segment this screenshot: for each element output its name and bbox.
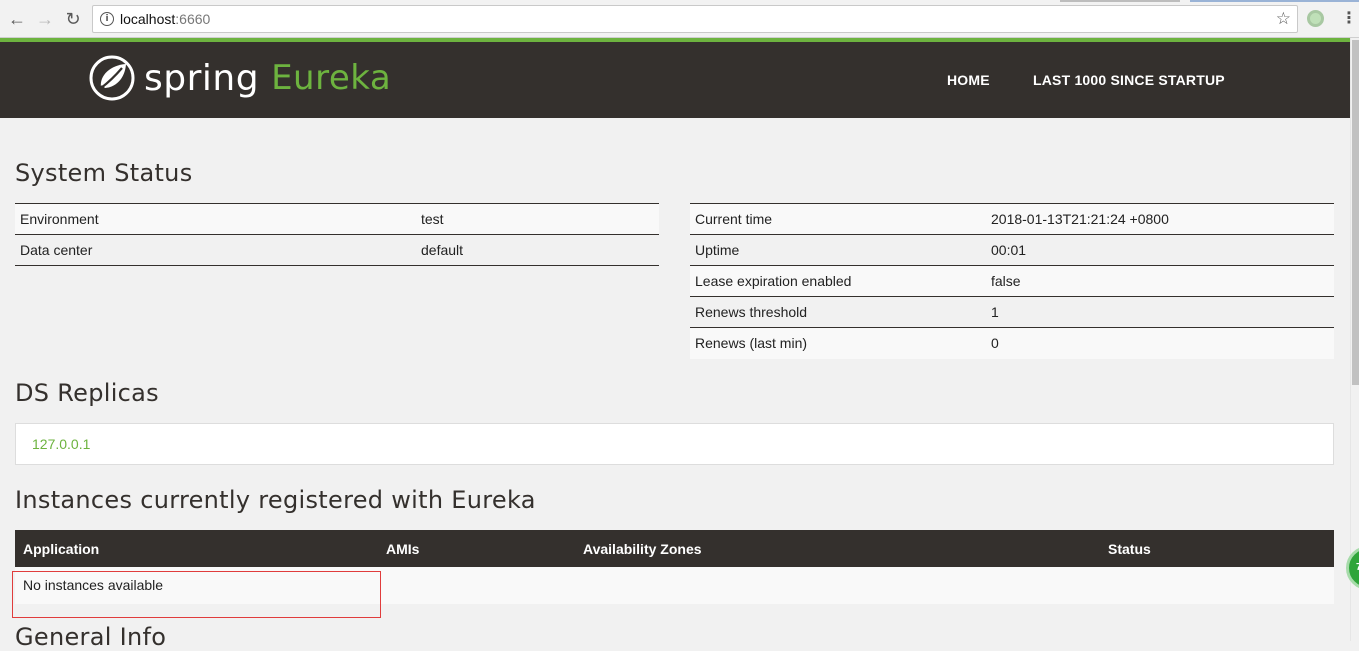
status-label: Renews threshold [690, 296, 986, 328]
status-label: Data center [15, 234, 416, 266]
ds-replicas-heading: DS Replicas [15, 379, 159, 407]
browser-toolbar: ← → ↻ i localhost:6660 ☆ ⋮ [0, 0, 1359, 38]
system-status-right-table: Current time 2018-01-13T21:21:24 +0800 U… [690, 203, 1334, 359]
table-row: Data center default [15, 234, 659, 266]
replica-link[interactable]: 127.0.0.1 [32, 436, 90, 452]
column-header-application: Application [15, 530, 378, 567]
table-row: Current time 2018-01-13T21:21:24 +0800 [690, 203, 1334, 235]
system-status-left-table: Environment test Data center default [15, 203, 659, 266]
status-value: test [416, 203, 659, 235]
table-row: Environment test [15, 203, 659, 235]
column-header-amis: AMIs [378, 530, 575, 567]
extension-icon[interactable] [1307, 10, 1324, 27]
status-label: Uptime [690, 234, 986, 266]
address-bar[interactable]: i localhost:6660 ☆ [92, 5, 1298, 33]
status-value: 2018-01-13T21:21:24 +0800 [986, 203, 1334, 235]
status-value: 00:01 [986, 234, 1334, 266]
system-status-heading: System Status [15, 159, 193, 187]
brand-spring-text: spring [144, 57, 260, 99]
nav-last-1000-link[interactable]: LAST 1000 SINCE STARTUP [1033, 72, 1225, 88]
nav-home-link[interactable]: HOME [947, 72, 990, 88]
navbar: spring Eureka HOME LAST 1000 SINCE START… [0, 42, 1350, 118]
general-info-heading: General Info [15, 623, 167, 651]
empty-instances-message: No instances available [15, 567, 1334, 604]
column-header-status: Status [1100, 530, 1334, 567]
status-label: Renews (last min) [690, 327, 986, 359]
reload-icon[interactable]: ↻ [62, 8, 84, 30]
table-row: Lease expiration enabled false [690, 265, 1334, 297]
tab-strip-edge [0, 0, 1359, 2]
instances-heading: Instances currently registered with Eure… [15, 486, 536, 514]
instances-table: Application AMIs Availability Zones Stat… [15, 530, 1334, 604]
status-value: 0 [986, 327, 1334, 359]
brand-link[interactable]: spring Eureka [89, 54, 391, 102]
url-host: localhost [120, 11, 176, 27]
ds-replicas-list: 127.0.0.1 [15, 423, 1334, 465]
table-header-row: Application AMIs Availability Zones Stat… [15, 530, 1334, 567]
table-row: No instances available [15, 567, 1334, 604]
column-header-availability-zones: Availability Zones [575, 530, 1100, 567]
floating-badge[interactable]: 7 [1346, 546, 1359, 590]
table-row: Uptime 00:01 [690, 234, 1334, 266]
forward-arrow-icon[interactable]: → [34, 8, 56, 30]
status-label: Lease expiration enabled [690, 265, 986, 297]
status-value: default [416, 234, 659, 266]
kebab-menu-icon[interactable]: ⋮ [1341, 8, 1357, 30]
scrollbar-thumb[interactable] [1352, 40, 1359, 385]
url-port: :6660 [175, 11, 211, 27]
status-label: Environment [15, 203, 416, 235]
info-icon[interactable]: i [100, 12, 114, 26]
status-label: Current time [690, 203, 986, 235]
table-row: Renews (last min) 0 [690, 327, 1334, 359]
status-value: false [986, 265, 1334, 297]
url-text[interactable]: localhost:6660 [120, 11, 210, 27]
table-row: Renews threshold 1 [690, 296, 1334, 328]
star-icon[interactable]: ☆ [1276, 9, 1291, 29]
status-value: 1 [986, 296, 1334, 328]
back-arrow-icon[interactable]: ← [6, 8, 28, 30]
spring-leaf-icon [89, 55, 135, 101]
brand-eureka-text: Eureka [271, 58, 392, 98]
